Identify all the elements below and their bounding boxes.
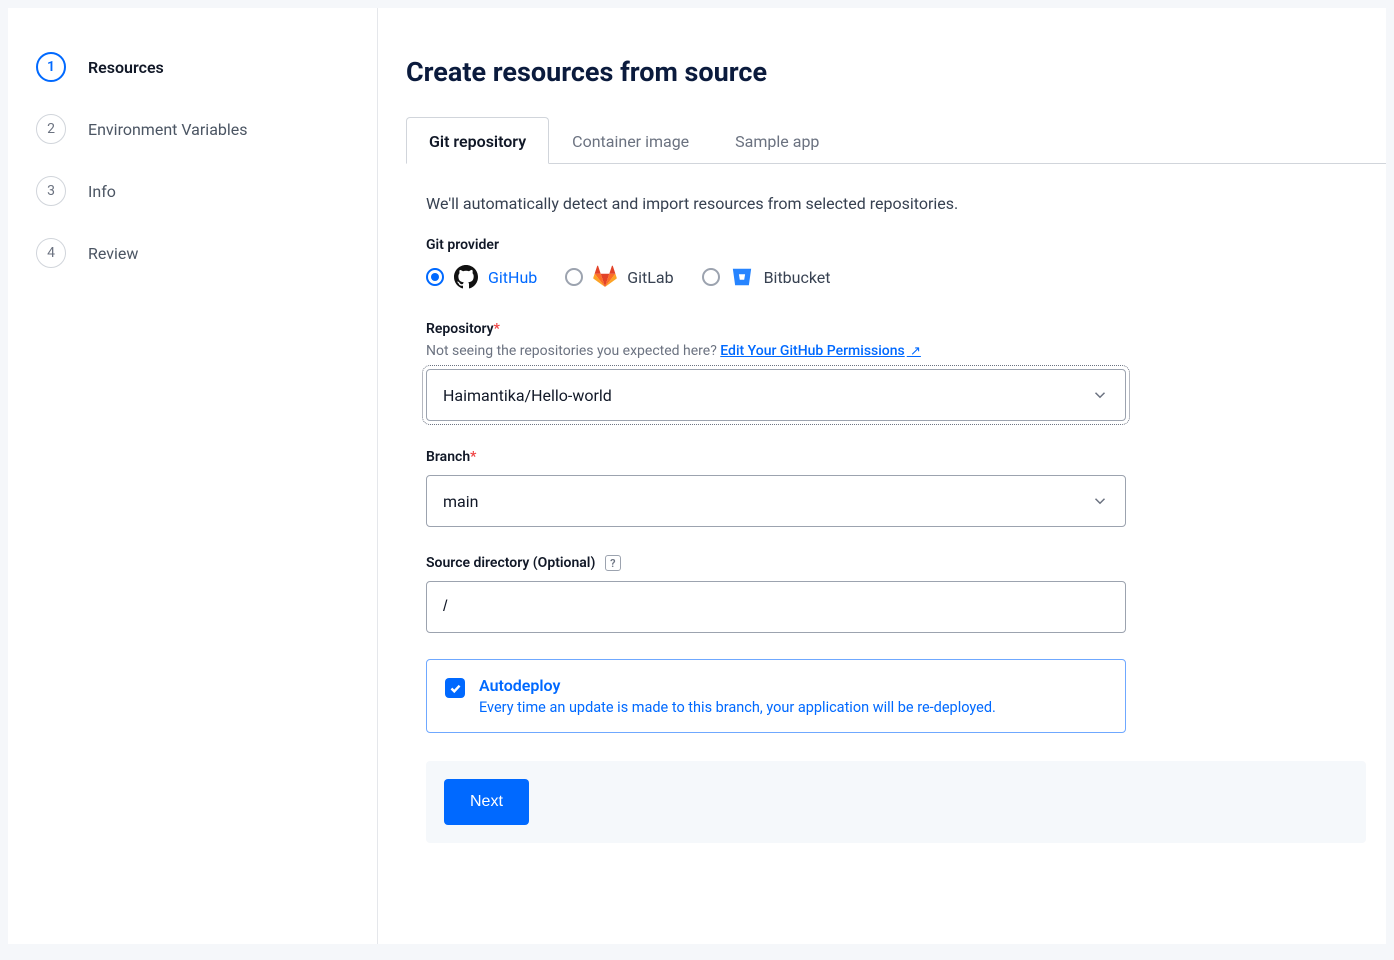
tab-container-image[interactable]: Container image (549, 117, 712, 164)
step-resources[interactable]: 1 Resources (36, 42, 353, 104)
github-icon (454, 265, 478, 289)
provider-label: GitHub (488, 268, 537, 287)
autodeploy-box: Autodeploy Every time an update is made … (426, 659, 1126, 733)
next-button[interactable]: Next (444, 779, 529, 825)
external-link-icon: ↗ (907, 344, 921, 359)
edit-github-permissions-link[interactable]: Edit Your GitHub Permissions ↗ (720, 343, 921, 359)
step-label: Review (88, 244, 138, 263)
step-number: 4 (36, 238, 66, 268)
chevron-down-icon (1091, 386, 1109, 404)
provider-gitlab[interactable]: GitLab (565, 265, 673, 289)
main-content: Create resources from source Git reposit… (378, 8, 1386, 944)
page-title: Create resources from source (406, 56, 1386, 88)
provider-label: GitLab (627, 268, 673, 287)
autodeploy-description: Every time an update is made to this bra… (479, 699, 996, 716)
step-label: Resources (88, 58, 164, 77)
git-provider-label: Git provider (426, 237, 1366, 253)
chevron-down-icon (1091, 492, 1109, 510)
footer-bar: Next (426, 761, 1366, 843)
repository-label: Repository* (426, 321, 500, 337)
source-directory-label: Source directory (Optional) ? (426, 555, 621, 571)
step-review[interactable]: 4 Review (36, 228, 353, 290)
branch-label: Branch* (426, 449, 476, 465)
git-provider-options: GitHub GitLab Bitbucket (426, 265, 1366, 289)
provider-github[interactable]: GitHub (426, 265, 537, 289)
bitbucket-icon (730, 265, 754, 289)
tab-git-repository[interactable]: Git repository (406, 117, 549, 164)
source-tabs: Git repository Container image Sample ap… (406, 116, 1386, 164)
step-number: 2 (36, 114, 66, 144)
repository-value: Haimantika/Hello-world (443, 386, 612, 405)
step-environment-variables[interactable]: 2 Environment Variables (36, 104, 353, 166)
tab-sample-app[interactable]: Sample app (712, 117, 842, 164)
step-label: Environment Variables (88, 120, 248, 139)
autodeploy-title: Autodeploy (479, 676, 996, 695)
provider-label: Bitbucket (764, 268, 831, 287)
step-info[interactable]: 3 Info (36, 166, 353, 228)
radio-icon (565, 268, 583, 286)
help-icon[interactable]: ? (605, 555, 621, 571)
stepper-sidebar: 1 Resources 2 Environment Variables 3 In… (8, 8, 378, 944)
branch-select[interactable]: main (426, 475, 1126, 527)
gitlab-icon (593, 265, 617, 289)
intro-text: We'll automatically detect and import re… (426, 194, 1366, 213)
branch-field: Branch* main (426, 447, 1366, 527)
repository-hint: Not seeing the repositories you expected… (426, 343, 1366, 359)
radio-icon (702, 268, 720, 286)
branch-value: main (443, 492, 478, 511)
step-number: 3 (36, 176, 66, 206)
autodeploy-checkbox[interactable] (445, 678, 465, 698)
repository-field: Repository* Not seeing the repositories … (426, 319, 1366, 421)
provider-bitbucket[interactable]: Bitbucket (702, 265, 831, 289)
source-directory-input[interactable] (426, 581, 1126, 633)
source-directory-field: Source directory (Optional) ? (426, 553, 1366, 633)
step-label: Info (88, 182, 116, 201)
repository-select[interactable]: Haimantika/Hello-world (426, 369, 1126, 421)
check-icon (449, 682, 462, 695)
radio-icon (426, 268, 444, 286)
step-number: 1 (36, 52, 66, 82)
